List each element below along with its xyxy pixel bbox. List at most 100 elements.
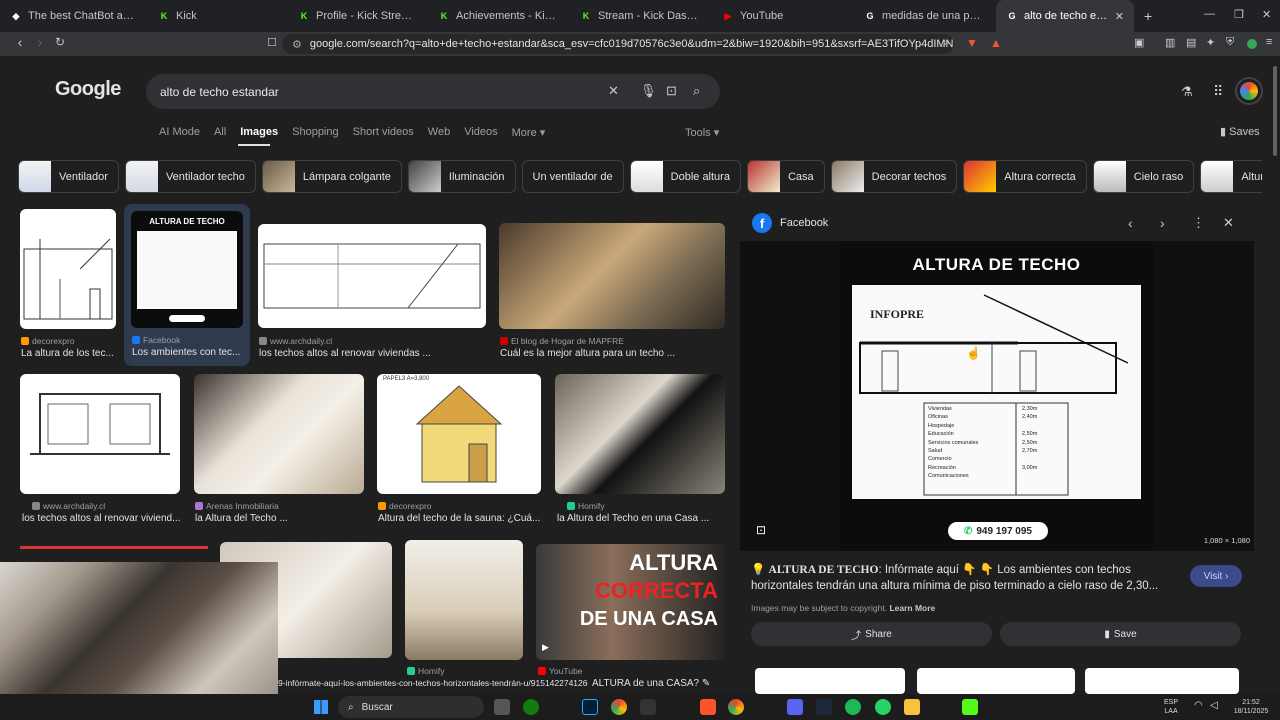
url-field[interactable]: ⚙ google.com/search?q=alto+de+techo+esta… (282, 34, 954, 54)
chip[interactable]: Ventilador (18, 160, 119, 193)
chrome-icon[interactable] (611, 699, 627, 715)
taskbar-search[interactable]: ⌕ Buscar (338, 696, 484, 718)
browser-tab[interactable]: K Stream - Kick Dashboard (570, 0, 712, 32)
chip[interactable]: Decorar techos (830, 160, 958, 193)
close-window-icon[interactable]: ✕ (1262, 8, 1271, 21)
profile-status-icon[interactable] (1247, 39, 1257, 49)
result-caption[interactable]: los techos altos al renovar viviend... (22, 513, 182, 524)
prev-icon[interactable]: ‹ (1128, 215, 1133, 231)
result-thumbnail[interactable]: ALTURA DE TECHO (131, 211, 243, 328)
image-result[interactable]: El blog de Hogar de MAPFRE Cuál es la me… (499, 209, 727, 361)
tab-ai-mode[interactable]: AI Mode (159, 126, 200, 139)
browser-tab[interactable]: K Profile - Kick Streaming (288, 0, 428, 32)
whatsapp-icon[interactable] (875, 699, 891, 715)
result-thumbnail[interactable]: PAPEL3 A=3,800 (377, 374, 541, 494)
spotify-icon[interactable] (845, 699, 861, 715)
chip[interactable]: Doble altura (629, 160, 741, 193)
discord-icon[interactable] (787, 699, 803, 715)
tab-web[interactable]: Web (428, 126, 450, 139)
chip[interactable]: Altura correcta (963, 160, 1087, 193)
vpn-icon[interactable]: ⛨ (1226, 36, 1234, 49)
share-button[interactable]: ⤴ Share (751, 622, 992, 646)
browser-tab[interactable]: ◆ The best ChatBot and Widgets (0, 0, 148, 32)
search-icon[interactable]: ⌕ (693, 83, 700, 99)
lens-search-icon[interactable]: ⊡ (756, 523, 766, 537)
chip[interactable]: Altura mínima (1200, 160, 1262, 193)
close-icon[interactable]: ✕ (1223, 215, 1234, 231)
search-input[interactable]: alto de techo estandar (160, 85, 279, 99)
preview-image[interactable]: ALTURA DE TECHO INFOPRE Viviendas 2,30m … (840, 241, 1153, 551)
steam-icon[interactable] (816, 699, 832, 715)
tab-shopping[interactable]: Shopping (292, 126, 339, 139)
learn-more-link[interactable]: Learn More (889, 603, 935, 613)
tools-button[interactable]: Tools ▾ (685, 126, 719, 139)
brave-rewards-icon[interactable]: ▲ (990, 36, 1002, 50)
result-caption[interactable]: los techos altos al renovar viviendas ..… (259, 348, 487, 359)
result-thumbnail[interactable] (405, 540, 523, 660)
related-thumbnail[interactable] (917, 668, 1075, 694)
image-result[interactable]: PAPEL3 A=3,800 decorexpro Altura del tec… (377, 374, 545, 528)
browser-tab[interactable]: ▶ YouTube (712, 0, 854, 32)
xbox-icon[interactable] (523, 699, 539, 715)
close-tab-icon[interactable]: ✕ (1115, 10, 1124, 23)
extension-icon[interactable]: ▣ (1134, 36, 1144, 49)
tab-more[interactable]: More ▾ (512, 126, 546, 139)
result-thumbnail[interactable] (194, 374, 364, 494)
leo-icon[interactable]: ✦ (1206, 36, 1215, 49)
task-view-icon[interactable] (494, 699, 510, 715)
epic-games-icon[interactable] (640, 699, 656, 715)
back-icon[interactable]: ‹ (10, 34, 30, 50)
scrollbar-thumb[interactable] (1273, 66, 1277, 156)
result-thumbnail[interactable]: ALTURA CORRECTA DE UNA CASA ▶ (536, 544, 726, 660)
result-caption[interactable]: ALTURA de una CASA? ✎ (592, 678, 726, 689)
browser-tab[interactable]: Gmedidas de una puerta - Goog (854, 0, 996, 32)
tab-images[interactable]: Images (240, 126, 278, 139)
chrome-icon[interactable] (728, 699, 744, 715)
page-scrollbar[interactable] (1272, 56, 1278, 694)
chip[interactable]: Un ventilador de (521, 160, 624, 193)
chip[interactable]: Lámpara colgante (261, 160, 402, 193)
search-box[interactable]: alto de techo estandar ✕ 🎙 ⊡ ⌕ (146, 74, 720, 109)
result-thumbnail[interactable] (20, 374, 180, 494)
result-thumbnail[interactable] (20, 209, 116, 329)
labs-icon[interactable]: ⚗ (1181, 84, 1193, 100)
share-page-icon[interactable]: ↗ (941, 37, 950, 50)
chip[interactable]: Ventilador techo (124, 160, 256, 193)
windows-start-icon[interactable] (314, 700, 328, 714)
maximize-icon[interactable]: ❐ (1234, 8, 1244, 21)
result-caption[interactable]: Altura del techo de la sauna: ¿Cuá... (378, 513, 544, 524)
apps-grid-icon[interactable]: ⠿ (1213, 83, 1223, 100)
browser-tab[interactable]: K Kick (148, 0, 288, 32)
next-icon[interactable]: › (1160, 215, 1165, 231)
brave-shield-icon[interactable]: ▼ (966, 36, 978, 50)
saves-button[interactable]: ▮ Saves (1220, 125, 1260, 138)
microphone-icon[interactable]: 🎙 (640, 83, 657, 99)
browser-tab[interactable]: K Achievements - Kick Dashboard (428, 0, 570, 32)
related-thumbnail[interactable] (755, 668, 905, 694)
language-indicator[interactable]: ESP LAA (1164, 698, 1178, 716)
image-result[interactable]: Homify (405, 540, 525, 688)
sidebar-icon[interactable]: ▥ (1165, 36, 1175, 49)
bookmark-icon[interactable]: ☐ (262, 36, 282, 49)
result-thumbnail[interactable] (555, 374, 725, 494)
save-button[interactable]: ▮ Save (1000, 622, 1241, 646)
tab-all[interactable]: All (214, 126, 226, 139)
google-logo[interactable]: Google (55, 78, 121, 101)
site-info-icon[interactable]: ⚙ (292, 38, 302, 51)
clock[interactable]: 21:52 18/11/2025 (1226, 698, 1276, 716)
more-options-icon[interactable]: ⋮ (1192, 215, 1205, 231)
image-result[interactable]: ALTURA CORRECTA DE UNA CASA ▶ YouTube AL… (536, 544, 728, 692)
menu-icon[interactable]: ≡ (1266, 36, 1272, 48)
image-result[interactable]: www.archdaily.cl los techos altos al ren… (20, 374, 182, 528)
result-thumbnail[interactable] (499, 223, 725, 329)
volume-icon[interactable]: ◁ (1210, 700, 1218, 711)
image-result-selected[interactable]: ALTURA DE TECHO Facebook Los ambientes c… (124, 204, 250, 366)
panel-source[interactable]: Facebook (780, 217, 828, 229)
reload-icon[interactable]: ↻ (50, 35, 70, 49)
image-result[interactable]: Arenas Inmobiliaria la Altura del Techo … (194, 374, 366, 528)
result-thumbnail[interactable] (258, 224, 486, 328)
result-caption[interactable]: la Altura del Techo ... (195, 513, 365, 524)
new-tab-icon[interactable]: + (1144, 8, 1152, 24)
related-thumbnail[interactable] (1085, 668, 1239, 694)
chip[interactable]: Iluminación (407, 160, 516, 193)
